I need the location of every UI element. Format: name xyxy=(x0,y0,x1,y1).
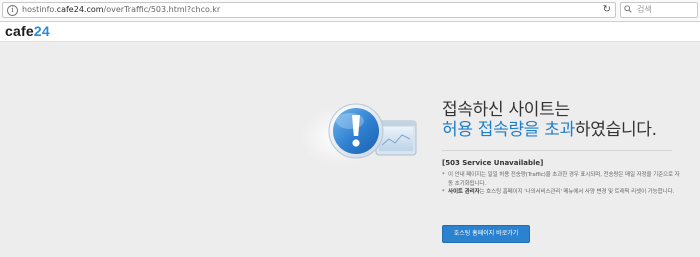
notice-bullet: * xyxy=(442,189,445,196)
title-rest: 하였습니다. xyxy=(574,120,657,140)
page-title-line2: 허용 접속량을 초과하였습니다. xyxy=(442,120,657,140)
site-header: cafe24 xyxy=(0,22,700,42)
browser-search-field[interactable]: 검색 xyxy=(620,2,698,18)
notice-bullet: * xyxy=(442,172,445,178)
logo-number: 24 xyxy=(33,23,50,39)
search-placeholder: 검색 xyxy=(637,5,652,14)
reload-icon[interactable]: ↻ xyxy=(603,3,611,17)
url-host: cafe24.com xyxy=(56,5,104,14)
browser-address-bar: i hostinfo.cafe24.com/overTraffic/503.ht… xyxy=(0,0,700,22)
url-text[interactable]: hostinfo.cafe24.com/overTraffic/503.html… xyxy=(22,4,220,16)
info-icon[interactable]: i xyxy=(7,5,18,16)
url-field[interactable]: i hostinfo.cafe24.com/overTraffic/503.ht… xyxy=(2,2,616,18)
notice-list: * 이 안내 페이지는 일일 허용 전송량(Traffic)을 초과한 경우 표… xyxy=(442,171,684,197)
url-suffix: /overTraffic/503.html?chco.kr xyxy=(103,5,221,14)
notice-text: 이 안내 페이지는 일일 허용 전송량(Traffic)을 초과한 경우 표시되… xyxy=(448,172,680,187)
logo-text: cafe xyxy=(5,23,34,39)
search-icon xyxy=(624,5,632,13)
url-prefix: hostinfo. xyxy=(22,5,57,14)
notice-item-admin: * 사이트 관리자는 호스팅 홈페이지 '나의서비스관리' 메뉴에서 사양 변경… xyxy=(442,188,684,197)
notice-bold: 사이트 관리자 xyxy=(448,189,480,196)
cafe24-logo[interactable]: cafe24 xyxy=(5,23,50,40)
go-hosting-homepage-button[interactable]: 호스팅 홈페이지 바로가기 xyxy=(442,225,530,243)
notice-item-traffic: * 이 안내 페이지는 일일 허용 전송량(Traffic)을 초과한 경우 표… xyxy=(442,171,684,188)
warning-illustration xyxy=(300,103,417,167)
exclamation-icon xyxy=(328,103,384,159)
error-code-label: [503 Service Unavailable] xyxy=(442,159,544,167)
content-divider xyxy=(442,150,672,151)
page-title-line1: 접속하신 사이트는 xyxy=(442,100,570,120)
notice-text: 는 호스팅 홈페이지 '나의서비스관리' 메뉴에서 사양 변경 및 트래픽 리셋… xyxy=(479,189,675,196)
title-highlight: 허용 접속량을 초과 xyxy=(442,120,575,140)
